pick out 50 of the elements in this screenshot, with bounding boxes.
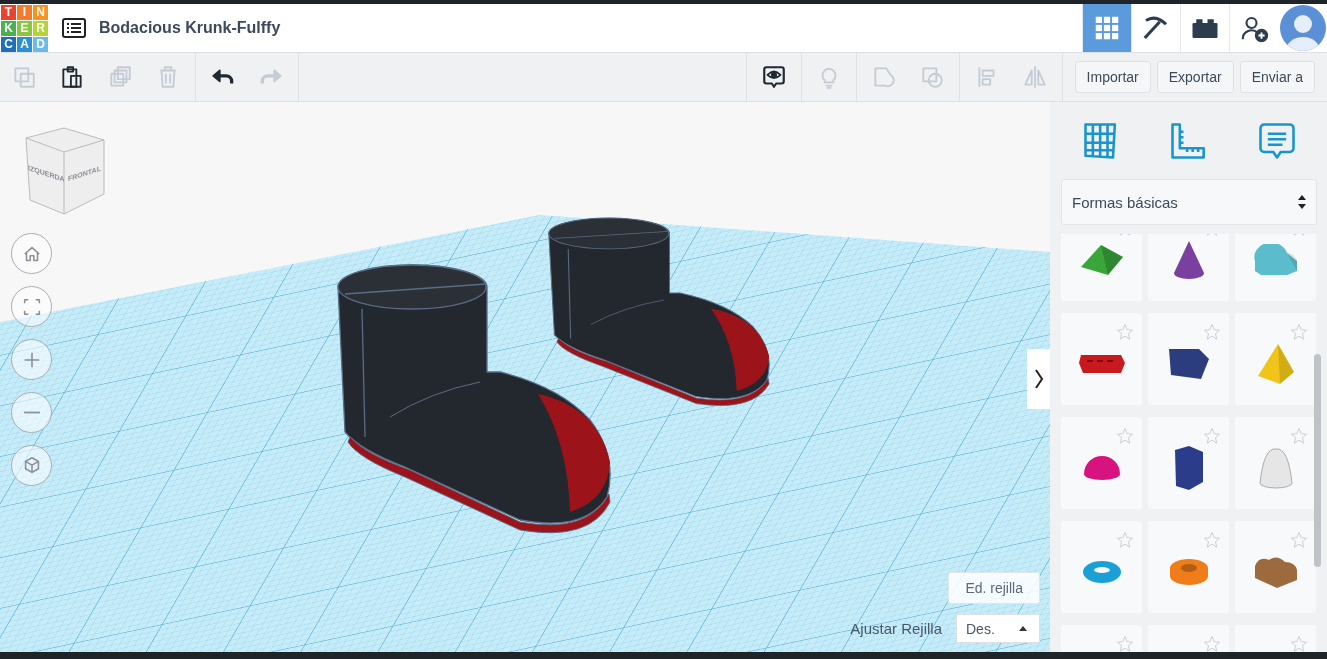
- home-button[interactable]: [11, 233, 52, 274]
- eye-icon: [760, 64, 787, 90]
- shape-tile[interactable]: [1061, 417, 1142, 509]
- panel-toggle-button[interactable]: [1027, 349, 1050, 409]
- star-icon[interactable]: [1203, 323, 1221, 341]
- shape-tile[interactable]: [1061, 234, 1142, 301]
- shape-tile[interactable]: [1235, 234, 1316, 301]
- mirror-icon: [1021, 64, 1048, 90]
- star-icon[interactable]: [1290, 531, 1308, 549]
- star-icon[interactable]: [1116, 635, 1134, 652]
- minus-icon: [22, 411, 41, 414]
- shape-tile[interactable]: [1235, 417, 1316, 509]
- star-icon[interactable]: [1203, 635, 1221, 652]
- clipboard-icon: [59, 64, 85, 90]
- shape-tile[interactable]: [1235, 313, 1316, 405]
- shape-tile[interactable]: [1148, 234, 1229, 301]
- toolbar-button[interactable]: Importar: [1074, 61, 1151, 93]
- perspective-button[interactable]: [11, 445, 52, 486]
- fit-button[interactable]: [11, 286, 52, 327]
- shape-tile[interactable]: [1148, 417, 1229, 509]
- star-icon[interactable]: [1290, 635, 1308, 652]
- logo[interactable]: T I N K E R C A D: [1, 4, 48, 52]
- shape-tile[interactable]: [1148, 313, 1229, 405]
- star-icon[interactable]: [1203, 427, 1221, 445]
- star-icon[interactable]: [1116, 531, 1134, 549]
- duplicate-icon: [107, 64, 133, 90]
- shape-category-select[interactable]: Formas básicas: [1061, 179, 1317, 225]
- star-icon[interactable]: [1116, 427, 1134, 445]
- zoom-out-button[interactable]: [11, 392, 52, 433]
- zoom-in-button[interactable]: [11, 339, 52, 380]
- shape-tile[interactable]: [1235, 521, 1316, 613]
- snap-grid-label: Ajustar Rejilla: [850, 620, 942, 637]
- edit-grid-button[interactable]: Ed. rejilla: [948, 572, 1040, 604]
- project-title: Bodacious Krunk-Fulffy: [99, 19, 281, 37]
- up-down-caret-icon: [1298, 194, 1306, 210]
- shape-tile[interactable]: [1061, 521, 1142, 613]
- copy-icon: [11, 64, 37, 90]
- toolbar-button[interactable]: Enviar a: [1239, 61, 1315, 93]
- list-icon[interactable]: [62, 18, 86, 38]
- toolbar-button[interactable]: Exportar: [1156, 61, 1234, 93]
- shape-tile[interactable]: [1148, 521, 1229, 613]
- chevron-icon: [1033, 368, 1044, 390]
- star-icon[interactable]: [1290, 323, 1308, 341]
- scrollbar[interactable]: [1314, 354, 1321, 567]
- shape-tile[interactable]: [1061, 313, 1142, 405]
- caret-icon: [1019, 626, 1027, 631]
- star-icon[interactable]: [1116, 323, 1134, 341]
- star-icon[interactable]: [1290, 427, 1308, 445]
- snap-grid-select[interactable]: Des.: [956, 614, 1040, 643]
- star-icon[interactable]: [1203, 531, 1221, 549]
